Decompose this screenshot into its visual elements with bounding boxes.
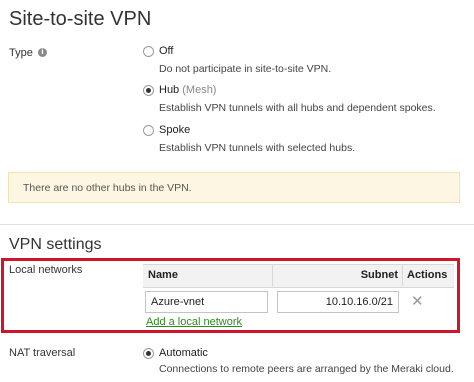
network-name-input[interactable]: Azure-vnet — [145, 291, 268, 313]
subnet-input[interactable]: 10.10.16.0/21 — [277, 291, 399, 313]
local-networks-label: Local networks — [9, 264, 83, 276]
column-header-name: Name — [148, 269, 178, 281]
radio-hub[interactable] — [143, 85, 154, 96]
hub-label-sub: (Mesh) — [182, 84, 217, 96]
remove-row-icon[interactable]: ✕ — [411, 294, 424, 309]
type-label: Type — [9, 47, 33, 59]
column-separator — [402, 264, 403, 286]
no-hubs-notice: There are no other hubs in the VPN. — [8, 172, 460, 203]
nat-option-automatic-label: Automatic — [159, 347, 208, 359]
radio-off[interactable] — [143, 46, 154, 57]
type-option-spoke-description: Establish VPN tunnels with selected hubs… — [159, 142, 356, 154]
nat-option-automatic-description: Connections to remote peers are arranged… — [159, 363, 454, 375]
column-header-actions: Actions — [407, 269, 448, 281]
column-separator — [272, 264, 273, 286]
type-option-hub-label: Hub (Mesh) — [159, 84, 216, 96]
radio-spoke[interactable] — [143, 125, 154, 136]
add-local-network-link[interactable]: Add a local network — [146, 316, 242, 328]
type-option-hub-description: Establish VPN tunnels with all hubs and … — [159, 102, 436, 114]
section-divider — [0, 224, 474, 225]
column-header-subnet: Subnet — [360, 269, 398, 281]
radio-automatic[interactable] — [143, 348, 154, 359]
vpn-settings-title: VPN settings — [9, 236, 102, 253]
type-option-spoke-label: Spoke — [159, 124, 191, 136]
type-option-off-description: Do not participate in site-to-site VPN. — [159, 63, 332, 75]
page-title: Site-to-site VPN — [9, 8, 152, 30]
hub-label-text: Hub — [159, 84, 180, 96]
info-icon[interactable]: i — [38, 48, 47, 57]
type-option-off-label: Off — [159, 45, 174, 57]
nat-traversal-label: NAT traversal — [9, 347, 76, 359]
